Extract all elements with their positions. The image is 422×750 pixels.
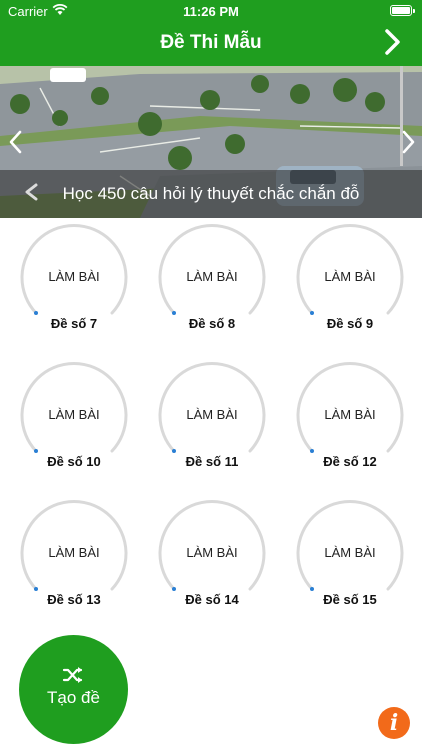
start-exam-label: LÀM BÀI — [186, 269, 238, 284]
info-icon[interactable]: i — [378, 707, 410, 739]
battery-icon — [390, 5, 415, 16]
header-bar: Carrier 11:26 PM Đề Thi Mẫu — [0, 0, 422, 66]
exam-label: Đề số 8 — [188, 316, 236, 331]
exam-card[interactable]: LÀM BÀI Đề số 11 — [158, 359, 268, 479]
start-exam-label: LÀM BÀI — [324, 545, 376, 560]
exam-label: Đề số 10 — [47, 454, 101, 469]
exam-card[interactable]: LÀM BÀI Đề số 13 — [20, 497, 130, 617]
start-exam-label: LÀM BÀI — [48, 269, 100, 284]
exam-card[interactable]: LÀM BÀI Đề số 14 — [158, 497, 268, 617]
start-exam-label: LÀM BÀI — [324, 407, 376, 422]
chevron-right-icon[interactable] — [398, 128, 418, 156]
start-exam-label: LÀM BÀI — [48, 407, 100, 422]
create-exam-label: Tạo đề — [47, 688, 100, 707]
start-exam-label: LÀM BÀI — [186, 545, 238, 560]
banner-caption-bar: Học 450 câu hỏi lý thuyết chắc chắn đỗ — [0, 170, 422, 218]
status-bar: Carrier 11:26 PM — [0, 0, 422, 22]
start-exam-label: LÀM BÀI — [186, 407, 238, 422]
exam-label: Đề số 12 — [323, 454, 377, 469]
banner-carousel[interactable]: Học 450 câu hỏi lý thuyết chắc chắn đỗ — [0, 66, 422, 218]
exam-label: Đề số 11 — [185, 454, 239, 469]
start-exam-label: LÀM BÀI — [324, 269, 376, 284]
exam-card[interactable]: LÀM BÀI Đề số 15 — [296, 497, 406, 617]
start-exam-label: LÀM BÀI — [48, 545, 100, 560]
create-exam-button[interactable]: Tạo đề — [19, 635, 128, 744]
exam-card[interactable]: LÀM BÀI Đề số 8 — [158, 221, 268, 341]
exam-label: Đề số 15 — [323, 592, 377, 607]
exam-label: Đề số 7 — [50, 316, 98, 331]
shuffle-icon — [62, 667, 83, 683]
page-title: Đề Thi Mẫu — [160, 32, 262, 53]
exam-label: Đề số 13 — [47, 592, 101, 607]
exam-label: Đề số 14 — [185, 592, 239, 607]
exam-card[interactable]: LÀM BÀI Đề số 7 — [20, 221, 130, 341]
exam-card[interactable]: LÀM BÀI Đề số 12 — [296, 359, 406, 479]
exam-card[interactable]: LÀM BÀI Đề số 10 — [20, 359, 130, 479]
exam-card[interactable]: LÀM BÀI Đề số 9 — [296, 221, 406, 341]
banner-caption: Học 450 câu hỏi lý thuyết chắc chắn đỗ — [62, 184, 360, 203]
chevron-right-icon[interactable] — [380, 28, 404, 56]
chevron-left-icon[interactable] — [6, 128, 26, 156]
status-time: 11:26 PM — [183, 4, 239, 19]
exam-label: Đề số 9 — [326, 316, 374, 331]
